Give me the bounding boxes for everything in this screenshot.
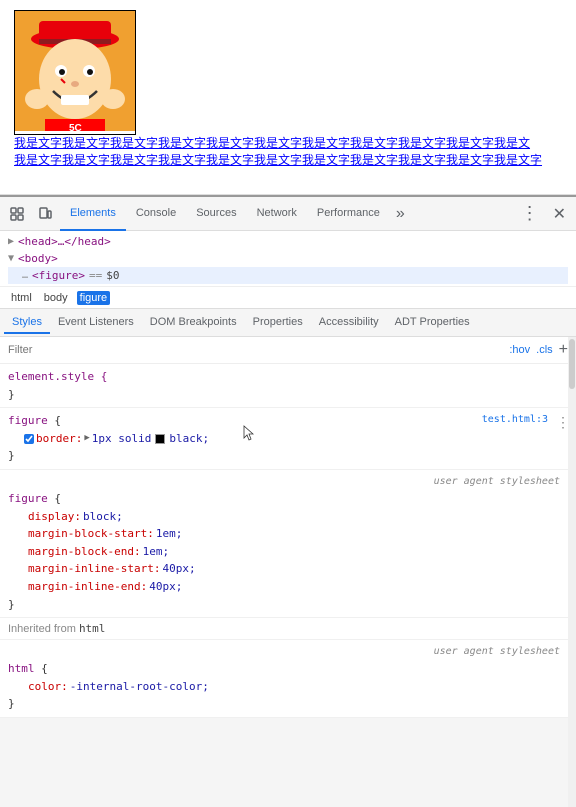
figure-element: 5C: [14, 10, 136, 135]
color-value: -internal-root-color;: [70, 678, 209, 696]
margin-block-end-property: margin-block-end: 1em;: [8, 543, 568, 561]
figure-caption: 我是文字我是文字我是文字我是文字我是文字我是文字我是文字我是文字我是文字我是文字…: [14, 135, 544, 169]
color-property: color: -internal-root-color;: [8, 678, 568, 696]
styles-panel-wrapper: :hov .cls + element.style { } test.html:…: [0, 337, 576, 807]
html-ua-rule: user agent stylesheet html { color: -int…: [0, 640, 576, 718]
tab-console[interactable]: Console: [126, 197, 186, 231]
tab-dom-breakpoints[interactable]: DOM Breakpoints: [142, 312, 245, 334]
dom-tree-head[interactable]: ▶ <head>…</head>: [8, 233, 568, 250]
border-checkbox[interactable]: [24, 434, 34, 444]
styles-panel: :hov .cls + element.style { } test.html:…: [0, 337, 576, 718]
element-style-selector: element.style {: [8, 370, 107, 383]
filter-bar: :hov .cls +: [0, 337, 576, 364]
figure-ua-rule: user agent stylesheet figure { display: …: [0, 470, 576, 618]
inspect-element-button[interactable]: [4, 201, 30, 227]
mbs-value: 1em;: [156, 525, 183, 543]
mie-name: margin-inline-end:: [24, 578, 147, 596]
element-style-rule: element.style { }: [0, 364, 576, 408]
mbe-name: margin-block-end:: [24, 543, 141, 561]
margin-block-start-property: margin-block-start: 1em;: [8, 525, 568, 543]
display-name: display:: [24, 508, 81, 526]
border-triangle[interactable]: ▶: [84, 431, 89, 445]
tab-properties[interactable]: Properties: [245, 312, 311, 334]
color-swatch-black[interactable]: [155, 434, 165, 444]
margin-inline-end-property: margin-inline-end: 40px;: [8, 578, 568, 596]
figure-ua-selector: figure {: [8, 490, 568, 508]
inherited-label: Inherited from html: [0, 618, 576, 640]
luffy-image: 5C: [15, 11, 135, 131]
figure-ua-closing: }: [8, 596, 568, 614]
display-value: block;: [83, 508, 123, 526]
margin-inline-start-property: margin-inline-start: 40px;: [8, 560, 568, 578]
tab-event-listeners[interactable]: Event Listeners: [50, 312, 142, 334]
display-property: display: block;: [8, 508, 568, 526]
border-value-black: black;: [169, 430, 209, 448]
html-ua-label: user agent stylesheet: [8, 644, 568, 660]
border-property: border: ▶ 1px solid black;: [8, 430, 568, 448]
tab-styles[interactable]: Styles: [4, 312, 50, 334]
tab-sources[interactable]: Sources: [186, 197, 246, 231]
html-ua-closing: }: [8, 695, 568, 713]
figure-rule-source[interactable]: test.html:3: [482, 412, 548, 428]
add-style-button[interactable]: +: [559, 341, 568, 359]
mie-value: 40px;: [149, 578, 182, 596]
devtools-tabs: Elements Console Sources Network Perform…: [60, 197, 513, 231]
styles-filter-input[interactable]: [8, 344, 503, 356]
dom-tree-body[interactable]: ▼ <body>: [8, 250, 568, 267]
cls-button[interactable]: .cls: [536, 344, 553, 356]
html-ua-selector: html {: [8, 660, 568, 678]
tab-performance[interactable]: Performance: [307, 197, 390, 231]
device-toggle-button[interactable]: [32, 201, 58, 227]
hov-button[interactable]: :hov: [509, 344, 530, 356]
border-prop-name: border:: [36, 430, 82, 448]
scrollbar-thumb[interactable]: [569, 339, 575, 389]
figure-ua-label: user agent stylesheet: [8, 474, 568, 490]
styles-tabs: Styles Event Listeners DOM Breakpoints P…: [0, 309, 576, 337]
tab-network[interactable]: Network: [247, 197, 307, 231]
figure-border-closing: }: [8, 447, 568, 465]
dom-tree-figure[interactable]: … <figure> == $0: [8, 267, 568, 284]
mbe-value: 1em;: [143, 543, 170, 561]
mis-name: margin-inline-start:: [24, 560, 160, 578]
border-value-1px: 1px solid: [92, 430, 152, 448]
color-name: color:: [24, 678, 68, 696]
devtools-toolbar: Elements Console Sources Network Perform…: [0, 197, 576, 231]
more-tabs-button[interactable]: »: [390, 201, 411, 227]
tab-elements[interactable]: Elements: [60, 197, 126, 231]
tab-adt-properties[interactable]: ADT Properties: [387, 312, 478, 334]
mbs-name: margin-block-start:: [24, 525, 154, 543]
tab-accessibility[interactable]: Accessibility: [311, 312, 387, 334]
dom-path: html body figure: [0, 287, 576, 309]
devtools-menu-button[interactable]: ⋮: [515, 199, 545, 228]
svg-text:5C: 5C: [69, 123, 82, 131]
styles-scrollbar[interactable]: [568, 337, 576, 807]
inherited-tag: html: [79, 622, 106, 635]
dom-path-html[interactable]: html: [8, 291, 35, 305]
dom-path-body[interactable]: body: [41, 291, 71, 305]
figure-border-rule: test.html:3 ⋮ figure { border: ▶ 1px sol…: [0, 408, 576, 470]
mis-value: 40px;: [162, 560, 195, 578]
devtools-close-button[interactable]: ✕: [547, 200, 572, 228]
devtools-panel: Elements Console Sources Network Perform…: [0, 195, 576, 807]
element-style-closing: }: [8, 386, 568, 404]
browser-content: 5C 我是文字我是文字我是文字我是文字我是文字我是文字我是文字我是文字我是文字我…: [0, 0, 576, 195]
dom-path-figure[interactable]: figure: [77, 291, 111, 305]
